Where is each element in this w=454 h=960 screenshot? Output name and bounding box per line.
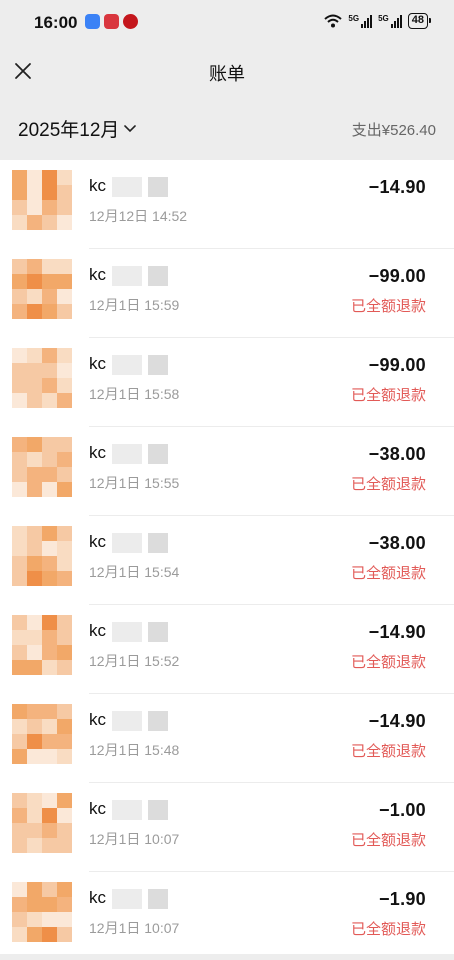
refund-status: 已全额退款	[350, 654, 426, 671]
transaction-time: 12月12日 14:52	[89, 208, 188, 224]
transaction-row[interactable]: kc 12月1日 10:07 −1.00 已全额退款	[0, 783, 454, 872]
merchant-name: kc	[89, 621, 170, 642]
transaction-amount: −38.00	[368, 533, 426, 553]
redaction-mask	[108, 622, 170, 642]
transaction-row[interactable]: kc 12月12日 14:52 −14.90	[0, 160, 454, 249]
notification-icons	[85, 14, 138, 29]
avatar	[12, 793, 72, 853]
avatar	[12, 259, 72, 319]
avatar	[12, 526, 72, 586]
transaction-row[interactable]: kc 12月1日 15:48 −14.90 已全额退款	[0, 694, 454, 783]
transaction-row[interactable]: kc 12月1日 15:54 −38.00 已全额退款	[0, 516, 454, 605]
refund-status: 已全额退款	[350, 743, 426, 760]
transaction-amount: −1.90	[378, 889, 426, 909]
transaction-time: 12月1日 15:55	[89, 475, 180, 491]
redaction-mask	[108, 889, 170, 909]
avatar	[12, 882, 72, 942]
app-notification-icon	[123, 14, 138, 29]
page-title: 账单	[209, 64, 245, 84]
merchant-name: kc	[89, 443, 170, 464]
avatar	[12, 704, 72, 764]
merchant-name: kc	[89, 888, 170, 909]
status-time: 16:00	[34, 13, 78, 32]
redaction-mask	[108, 800, 170, 820]
merchant-name: kc	[89, 532, 170, 553]
redaction-mask	[108, 444, 170, 464]
transaction-row[interactable]: kc 12月1日 15:59 −99.00 已全额退款	[0, 249, 454, 338]
signal-label: 5G	[378, 14, 389, 23]
merchant-name: kc	[89, 799, 170, 820]
transaction-time: 12月1日 10:07	[89, 920, 180, 936]
transaction-time: 12月1日 15:54	[89, 564, 180, 580]
transaction-row[interactable]: kc 12月1日 15:55 −38.00 已全额退款	[0, 427, 454, 516]
redaction-mask	[108, 355, 170, 375]
merchant-name-text: kc	[89, 443, 106, 462]
bottom-strip	[0, 954, 454, 960]
wifi-icon	[324, 14, 343, 28]
transaction-amount: −14.90	[368, 711, 426, 731]
nav-bar: 账单	[0, 48, 454, 96]
avatar	[12, 437, 72, 497]
redaction-mask	[108, 266, 170, 286]
merchant-name: kc	[89, 710, 170, 731]
expense-summary: 支出¥526.40	[351, 122, 436, 139]
redaction-mask	[108, 711, 170, 731]
merchant-name: kc	[89, 176, 170, 197]
refund-status: 已全额退款	[350, 565, 426, 582]
merchant-name: kc	[89, 265, 170, 286]
merchant-name-text: kc	[89, 265, 106, 284]
merchant-name-text: kc	[89, 621, 106, 640]
transaction-amount: −99.00	[368, 355, 426, 375]
transaction-row[interactable]: kc 12月1日 15:58 −99.00 已全额退款	[0, 338, 454, 427]
redaction-mask	[108, 533, 170, 553]
app-notification-icon	[104, 14, 119, 29]
refund-status: 已全额退款	[350, 298, 426, 315]
merchant-name-text: kc	[89, 176, 106, 195]
refund-status: 已全额退款	[350, 387, 426, 404]
transaction-row[interactable]: kc 12月1日 10:07 −1.90 已全额退款	[0, 872, 454, 960]
transaction-row[interactable]: kc 12月1日 15:52 −14.90 已全额退款	[0, 605, 454, 694]
month-selector[interactable]: 2025年12月	[18, 115, 137, 142]
avatar	[12, 170, 72, 230]
battery-icon: 48	[407, 13, 432, 29]
status-indicators: 5G 5G 48	[324, 13, 432, 29]
merchant-name-text: kc	[89, 532, 106, 551]
transaction-time: 12月1日 15:59	[89, 297, 180, 313]
transaction-time: 12月1日 15:48	[89, 742, 180, 758]
status-bar: 16:00 5G 5G 48	[0, 0, 454, 48]
merchant-name-text: kc	[89, 799, 106, 818]
transaction-list: kc 12月12日 14:52 −14.90 kc 12月1日 15:59 −99.00 已…	[0, 160, 454, 960]
transaction-time: 12月1日 15:52	[89, 653, 180, 669]
app-notification-icon	[85, 14, 100, 29]
filter-row: 2025年12月 支出¥526.40	[0, 100, 454, 156]
signal-icon: 5G	[348, 14, 373, 28]
avatar	[12, 615, 72, 675]
avatar	[12, 348, 72, 408]
transaction-amount: −14.90	[368, 177, 426, 197]
chevron-down-icon	[124, 124, 137, 132]
transaction-amount: −14.90	[368, 622, 426, 642]
refund-status: 已全额退款	[350, 476, 426, 493]
merchant-name: kc	[89, 354, 170, 375]
merchant-name-text: kc	[89, 888, 106, 907]
signal-label: 5G	[348, 14, 360, 23]
merchant-name-text: kc	[89, 354, 106, 373]
transaction-time: 12月1日 10:07	[89, 831, 180, 847]
transaction-amount: −38.00	[368, 444, 426, 464]
signal-icon: 5G	[378, 14, 402, 28]
refund-status: 已全额退款	[350, 832, 426, 849]
merchant-name-text: kc	[89, 710, 106, 729]
redaction-mask	[108, 177, 170, 197]
refund-status: 已全额退款	[350, 921, 426, 938]
transaction-amount: −99.00	[368, 266, 426, 286]
transaction-time: 12月1日 15:58	[89, 386, 180, 402]
transaction-amount: −1.00	[378, 800, 426, 820]
month-label: 2025年12月	[18, 120, 120, 141]
